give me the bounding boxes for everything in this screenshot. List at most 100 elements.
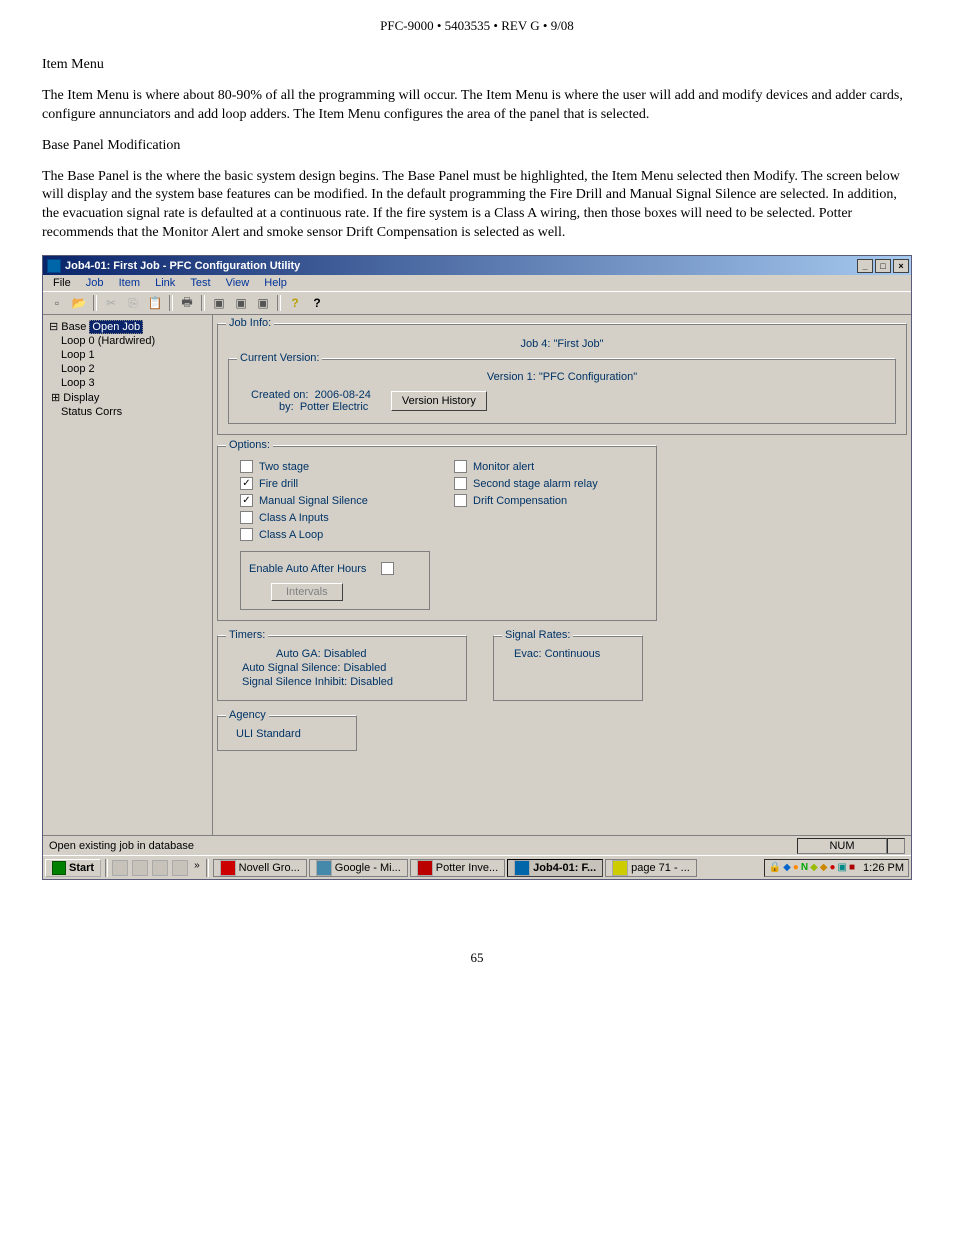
window-title: Job4-01: First Job - PFC Configuration U…: [65, 260, 300, 272]
tree-item-display[interactable]: ⊞ Display: [47, 390, 208, 405]
task-page71[interactable]: page 71 - ...: [605, 859, 697, 877]
chk-class-a-inputs[interactable]: Class A Inputs: [240, 509, 430, 526]
paragraph-item-menu: The Item Menu is where about 80-90% of a…: [42, 87, 912, 125]
agency-label: Agency: [226, 709, 269, 721]
created-on-label: Created on:: [251, 389, 308, 401]
start-icon: [52, 861, 66, 875]
tray-icon[interactable]: ■: [849, 862, 855, 873]
tray-icon[interactable]: ●: [793, 862, 799, 873]
task-potter[interactable]: Potter Inve...: [410, 859, 505, 877]
paste-icon[interactable]: 📋: [145, 294, 165, 312]
menu-help[interactable]: Help: [258, 277, 293, 289]
status-text: Open existing job in database: [49, 840, 797, 852]
tray-icon[interactable]: ◆: [810, 862, 818, 873]
chk-fire-drill[interactable]: ✓Fire drill: [240, 475, 430, 492]
menu-view[interactable]: View: [220, 277, 256, 289]
tool-icon-2[interactable]: ▣: [231, 294, 251, 312]
maximize-button[interactable]: □: [875, 259, 891, 273]
signal-rates-label: Signal Rates:: [502, 629, 573, 641]
task-novell[interactable]: Novell Gro...: [213, 859, 307, 877]
menu-job[interactable]: Job: [80, 277, 110, 289]
title-bar[interactable]: Job4-01: First Job - PFC Configuration U…: [43, 256, 911, 275]
tray-icon[interactable]: ◆: [783, 862, 791, 873]
app-icon: [220, 860, 236, 876]
menu-file[interactable]: File: [47, 277, 77, 289]
heading-base-panel: Base Panel Modification: [42, 137, 912, 156]
help-icon[interactable]: ?: [285, 294, 305, 312]
system-tray[interactable]: 🔒 ◆ ● N ◆ ◆ ● ▣ ■ 1:26 PM: [764, 859, 909, 877]
job-info-label: Job Info:: [226, 317, 274, 329]
page-number: 65: [0, 950, 954, 986]
tree-item-status-corrs[interactable]: Status Corrs: [47, 405, 208, 419]
task-job4[interactable]: Job4-01: F...: [507, 859, 603, 877]
menu-link[interactable]: Link: [149, 277, 181, 289]
tray-icon[interactable]: 🔒: [769, 862, 781, 873]
timer-signal-silence-inhibit: Signal Silence Inhibit: Disabled: [228, 676, 456, 690]
toolbar-separator: [169, 295, 173, 311]
tree-item-loop1[interactable]: Loop 1: [47, 348, 208, 362]
timer-auto-ga: Auto GA: Disabled: [228, 648, 456, 662]
ql-chevron-icon[interactable]: »: [192, 860, 202, 876]
timers-label: Timers:: [226, 629, 268, 641]
tree-panel[interactable]: ⊟ Base Open Job Loop 0 (Hardwired) Loop …: [43, 315, 213, 835]
taskbar-separator: [206, 859, 209, 877]
whats-this-icon[interactable]: ?: [307, 294, 327, 312]
status-empty: [887, 838, 905, 854]
tree-root-selected[interactable]: Open Job: [89, 320, 143, 334]
signal-rates-group: Signal Rates: Evac: Continuous: [493, 635, 643, 701]
menu-bar[interactable]: File Job Item Link Test View Help: [43, 275, 911, 291]
tree-item-loop2[interactable]: Loop 2: [47, 362, 208, 376]
tree-root[interactable]: ⊟ Base Open Job: [47, 319, 208, 334]
tray-icon[interactable]: N: [801, 862, 808, 873]
job-info-value: Job 4: "First Job": [228, 336, 896, 356]
toolbar-separator: [277, 295, 281, 311]
options-group: Options: Two stage ✓Fire drill ✓Manual S…: [217, 445, 657, 621]
cut-icon[interactable]: ✂: [101, 294, 121, 312]
minimize-button[interactable]: _: [857, 259, 873, 273]
application-window: Job4-01: First Job - PFC Configuration U…: [42, 255, 912, 880]
current-version-group: Current Version: Version 1: "PFC Configu…: [228, 358, 896, 424]
current-version-label: Current Version:: [237, 352, 322, 364]
paragraph-base-panel: The Base Panel is the where the basic sy…: [42, 168, 912, 244]
agency-group: Agency ULI Standard: [217, 715, 357, 751]
tree-item-loop3[interactable]: Loop 3: [47, 376, 208, 390]
menu-test[interactable]: Test: [184, 277, 216, 289]
tool-icon-1[interactable]: ▣: [209, 294, 229, 312]
tray-icon[interactable]: ◆: [820, 862, 828, 873]
tree-root-prefix: Base: [61, 321, 89, 333]
tree-item-loop0[interactable]: Loop 0 (Hardwired): [47, 334, 208, 348]
chk-drift-compensation[interactable]: Drift Compensation: [454, 492, 598, 509]
options-label: Options:: [226, 439, 273, 451]
chk-enable-auto-after-hours[interactable]: Enable Auto After Hours: [249, 560, 421, 577]
close-button[interactable]: ×: [893, 259, 909, 273]
timer-auto-signal-silence: Auto Signal Silence: Disabled: [228, 662, 456, 676]
tray-icon[interactable]: ▣: [838, 862, 847, 873]
toolbar-separator: [201, 295, 205, 311]
heading-item-menu: Item Menu: [42, 56, 912, 75]
new-icon[interactable]: ▫: [47, 294, 67, 312]
intervals-button: Intervals: [271, 583, 343, 601]
task-google[interactable]: Google - Mi...: [309, 859, 408, 877]
start-button[interactable]: Start: [45, 859, 101, 877]
by-label: by:: [279, 401, 294, 413]
chk-class-a-loop[interactable]: Class A Loop: [240, 526, 430, 543]
chk-two-stage[interactable]: Two stage: [240, 458, 430, 475]
chk-manual-signal-silence[interactable]: ✓Manual Signal Silence: [240, 492, 430, 509]
work-area: ⊟ Base Open Job Loop 0 (Hardwired) Loop …: [43, 315, 911, 835]
chk-monitor-alert[interactable]: Monitor alert: [454, 458, 598, 475]
tool-icon-3[interactable]: ▣: [253, 294, 273, 312]
print-icon[interactable]: 🖶: [177, 294, 197, 312]
ql-icon-2[interactable]: [132, 860, 148, 876]
ql-icon-4[interactable]: [172, 860, 188, 876]
app-icon: [316, 860, 332, 876]
copy-icon[interactable]: ⎘: [123, 294, 143, 312]
version-history-button[interactable]: Version History: [391, 391, 487, 411]
ql-icon-1[interactable]: [112, 860, 128, 876]
open-icon[interactable]: 📂: [69, 294, 89, 312]
document-body: Item Menu The Item Menu is where about 8…: [0, 56, 954, 243]
tray-icon[interactable]: ●: [829, 862, 835, 873]
menu-item[interactable]: Item: [113, 277, 146, 289]
ql-icon-3[interactable]: [152, 860, 168, 876]
chk-second-stage-alarm-relay[interactable]: Second stage alarm relay: [454, 475, 598, 492]
signal-rates-value: Evac: Continuous: [504, 648, 632, 660]
